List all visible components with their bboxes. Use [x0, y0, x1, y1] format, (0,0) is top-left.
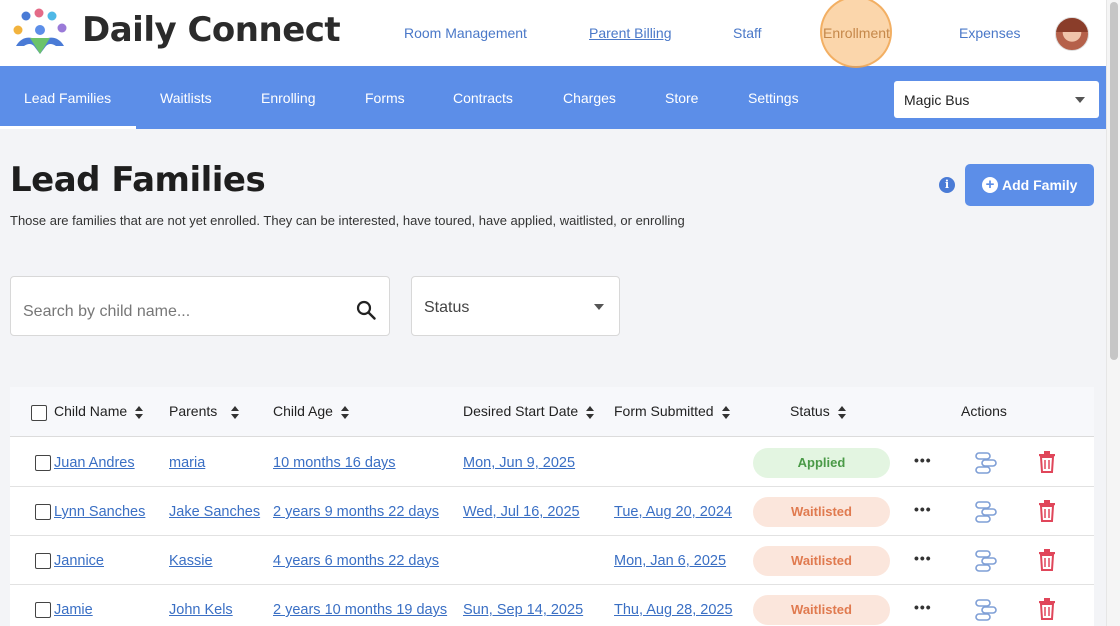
brand-name: Daily Connect: [82, 10, 341, 50]
active-tab-indicator: [0, 126, 136, 129]
child-age-link[interactable]: 2 years 10 months 19 days: [273, 602, 447, 618]
add-family-label: Add Family: [1002, 177, 1078, 193]
tab-store[interactable]: Store: [665, 90, 698, 106]
sub-nav: Lead Families Waitlists Enrolling Forms …: [0, 66, 1106, 129]
tab-charges[interactable]: Charges: [563, 90, 616, 106]
chevron-down-icon: [594, 304, 604, 310]
plus-circle-icon: +: [982, 177, 998, 193]
page-subtitle: Those are families that are not yet enro…: [10, 213, 685, 228]
search-icon[interactable]: [356, 300, 376, 320]
child-age-link[interactable]: 4 years 6 months 22 days: [273, 553, 439, 569]
trash-icon[interactable]: [1039, 549, 1055, 571]
table-header: Child Name Parents Child Age Desired Sta…: [10, 387, 1094, 437]
top-header: Daily Connect Room Management Parent Bil…: [0, 0, 1106, 68]
status-badge: Waitlisted: [753, 497, 890, 527]
sort-icon[interactable]: [135, 405, 144, 419]
parents-link[interactable]: Kassie: [169, 553, 213, 569]
lead-families-table: Child Name Parents Child Age Desired Sta…: [10, 387, 1094, 626]
avatar[interactable]: [1055, 17, 1089, 51]
select-all-checkbox[interactable]: [31, 405, 47, 421]
tab-contracts[interactable]: Contracts: [453, 90, 513, 106]
scrollbar-thumb[interactable]: [1110, 2, 1118, 360]
header-form-submitted[interactable]: Form Submitted: [614, 403, 731, 419]
submitted-date-link[interactable]: Tue, Aug 20, 2024: [614, 504, 732, 520]
link-icon[interactable]: [973, 548, 999, 574]
table-row: Lynn Sanches Jake Sanches 2 years 9 mont…: [10, 487, 1094, 536]
sort-icon[interactable]: [837, 405, 847, 419]
header-child-age[interactable]: Child Age: [273, 403, 350, 419]
parents-link[interactable]: Jake Sanches: [169, 504, 260, 520]
status-filter[interactable]: Status: [411, 276, 620, 336]
nav-expenses[interactable]: Expenses: [959, 25, 1020, 41]
add-family-button[interactable]: + Add Family: [965, 164, 1094, 206]
row-checkbox[interactable]: [35, 504, 51, 520]
sort-icon[interactable]: [586, 405, 595, 419]
child-age-link[interactable]: 2 years 9 months 22 days: [273, 504, 439, 520]
submitted-date-link[interactable]: Mon, Jan 6, 2025: [614, 553, 726, 569]
header-desired-start-date[interactable]: Desired Start Date: [463, 403, 595, 419]
start-date-link[interactable]: Sun, Sep 14, 2025: [463, 602, 583, 618]
parents-link[interactable]: John Kels: [169, 602, 233, 618]
child-name-link[interactable]: Jannice: [54, 553, 104, 569]
vertical-scrollbar[interactable]: [1106, 0, 1120, 626]
link-icon[interactable]: [973, 499, 999, 525]
start-date-link[interactable]: Mon, Jun 9, 2025: [463, 455, 575, 471]
nav-enrollment[interactable]: Enrollment: [823, 25, 890, 41]
sort-icon[interactable]: [721, 405, 731, 419]
parents-link[interactable]: maria: [169, 455, 205, 471]
sort-icon[interactable]: [340, 405, 350, 419]
logo-icon[interactable]: [10, 8, 68, 54]
nav-staff[interactable]: Staff: [733, 25, 762, 41]
row-checkbox[interactable]: [35, 553, 51, 569]
search-placeholder: Search by child name...: [23, 303, 191, 320]
header-child-name[interactable]: Child Name: [54, 403, 144, 419]
tab-enrolling[interactable]: Enrolling: [261, 90, 315, 106]
table-row: Jannice Kassie 4 years 6 months 22 days …: [10, 536, 1094, 585]
header-parents[interactable]: Parents: [169, 403, 240, 419]
start-date-link[interactable]: Wed, Jul 16, 2025: [463, 504, 580, 520]
trash-icon[interactable]: [1039, 451, 1055, 473]
nav-parent-billing[interactable]: Parent Billing: [589, 25, 672, 41]
link-icon[interactable]: [973, 597, 999, 623]
more-icon[interactable]: •••: [914, 550, 932, 566]
school-select[interactable]: Magic Bus: [894, 81, 1099, 118]
row-checkbox[interactable]: [35, 455, 51, 471]
table-row: Jamie John Kels 2 years 10 months 19 day…: [10, 585, 1094, 626]
nav-room-management[interactable]: Room Management: [404, 25, 527, 41]
search-input[interactable]: Search by child name...: [10, 276, 390, 336]
status-badge: Waitlisted: [753, 595, 890, 625]
table-row: Juan Andres maria 10 months 16 days Mon,…: [10, 438, 1094, 487]
tab-forms[interactable]: Forms: [365, 90, 405, 106]
sort-icon[interactable]: [231, 405, 240, 419]
more-icon[interactable]: •••: [914, 599, 932, 615]
status-filter-label: Status: [424, 299, 470, 316]
trash-icon[interactable]: [1039, 598, 1055, 620]
more-icon[interactable]: •••: [914, 501, 932, 517]
more-icon[interactable]: •••: [914, 452, 932, 468]
submitted-date-link[interactable]: Thu, Aug 28, 2025: [614, 602, 733, 618]
link-icon[interactable]: [973, 450, 999, 476]
child-age-link[interactable]: 10 months 16 days: [273, 455, 396, 471]
chevron-down-icon: [1075, 97, 1085, 103]
school-select-value: Magic Bus: [904, 92, 970, 108]
child-name-link[interactable]: Juan Andres: [54, 455, 135, 471]
tab-settings[interactable]: Settings: [748, 90, 799, 106]
tab-waitlists[interactable]: Waitlists: [160, 90, 212, 106]
trash-icon[interactable]: [1039, 500, 1055, 522]
status-badge: Applied: [753, 448, 890, 478]
header-actions: Actions: [961, 403, 1007, 419]
status-badge: Waitlisted: [753, 546, 890, 576]
child-name-link[interactable]: Jamie: [54, 602, 93, 618]
info-icon[interactable]: i: [939, 177, 955, 193]
tab-lead-families[interactable]: Lead Families: [24, 90, 111, 106]
header-status[interactable]: Status: [790, 403, 847, 419]
row-checkbox[interactable]: [35, 602, 51, 618]
child-name-link[interactable]: Lynn Sanches: [54, 504, 145, 520]
page-title: Lead Families: [10, 160, 266, 200]
